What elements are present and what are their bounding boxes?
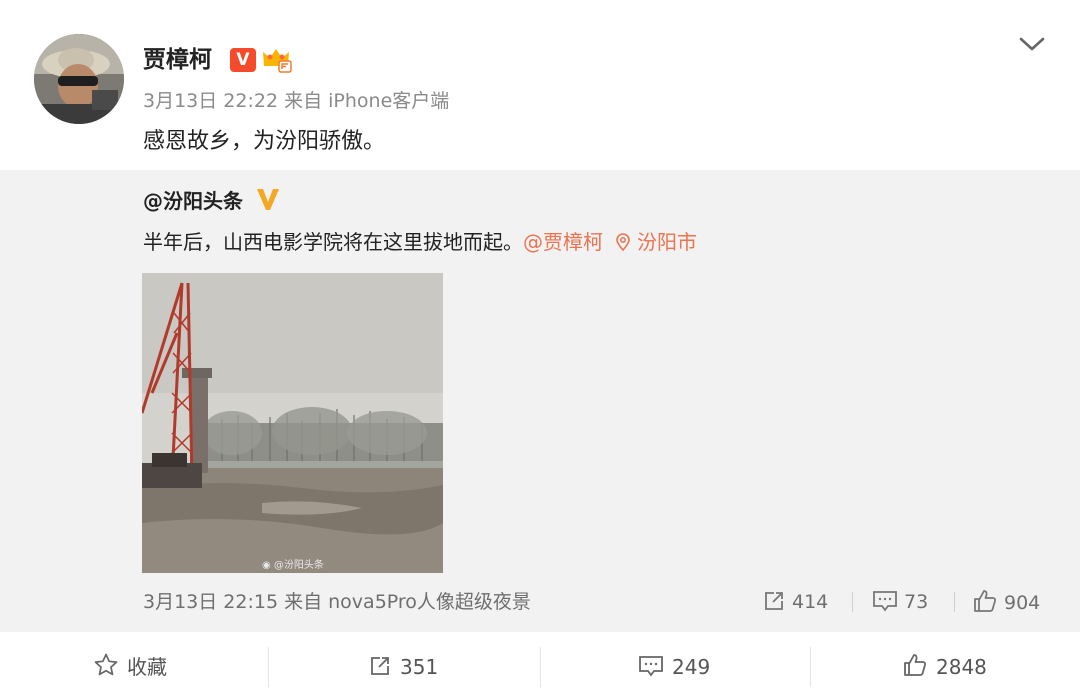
favorite-label: 收藏 [127, 655, 167, 679]
repost-button[interactable]: 351 [368, 650, 438, 684]
verified-badge: V [230, 48, 256, 72]
repost-comment-count[interactable]: 73 [872, 588, 928, 616]
toolbar-divider [810, 647, 811, 687]
comment-icon [639, 656, 663, 677]
like-button[interactable]: 2848 [902, 650, 987, 684]
repost-text: 半年后，山西电影学院将在这里拔地而起。@贾樟柯 汾阳市 [143, 227, 697, 257]
watermark-text: @汾阳头条 [273, 560, 324, 571]
stat-divider [954, 592, 955, 612]
repost-icon [765, 592, 783, 610]
post-meta: 3月13日 22:22 来自 iPhone客户端 [143, 90, 450, 112]
comment-button-count: 249 [672, 655, 711, 679]
author-name[interactable]: 贾樟柯 [143, 44, 212, 76]
repost-author[interactable]: @汾阳头条 [143, 186, 243, 216]
repost-meta: 3月13日 22:15 来自 nova5Pro人像超级夜景 [143, 591, 531, 613]
avatar[interactable] [34, 34, 124, 124]
gold-v-icon [256, 186, 280, 212]
toolbar-divider [540, 647, 541, 687]
repost-repost-count[interactable]: 414 [762, 588, 828, 616]
location-label: 汾阳市 [637, 230, 697, 254]
favorite-button[interactable]: 收藏 [93, 650, 167, 684]
comment-button[interactable]: 249 [638, 650, 710, 684]
like-icon [904, 654, 927, 676]
repost-count-value: 414 [792, 591, 829, 613]
stat-divider [852, 592, 853, 612]
comment-count-value: 73 [904, 591, 929, 613]
star-icon [94, 653, 118, 676]
construction-site-image [142, 273, 443, 573]
weibo-logo-icon: ◉ [262, 560, 274, 571]
like-button-count: 2848 [936, 655, 987, 679]
crown-icon [261, 46, 293, 74]
image-watermark: ◉ @汾阳头条 [262, 556, 324, 571]
avatar-image [34, 34, 124, 124]
repost-icon [371, 657, 389, 675]
location-pin-icon [615, 229, 631, 252]
chevron-down-icon[interactable] [1016, 32, 1048, 56]
like-count-value: 904 [1004, 592, 1041, 614]
like-icon [974, 590, 997, 612]
mention-link[interactable]: @贾樟柯 [523, 230, 603, 254]
comment-icon [873, 591, 897, 612]
post-text: 感恩故乡，为汾阳骄傲。 [143, 129, 386, 154]
repost-like-count[interactable]: 904 [972, 588, 1040, 616]
toolbar-divider [268, 647, 269, 687]
location-link[interactable]: 汾阳市 [615, 230, 697, 254]
repost-body: 半年后，山西电影学院将在这里拔地而起。 [143, 230, 523, 254]
repost-photo[interactable] [142, 273, 443, 573]
repost-button-count: 351 [400, 655, 439, 679]
